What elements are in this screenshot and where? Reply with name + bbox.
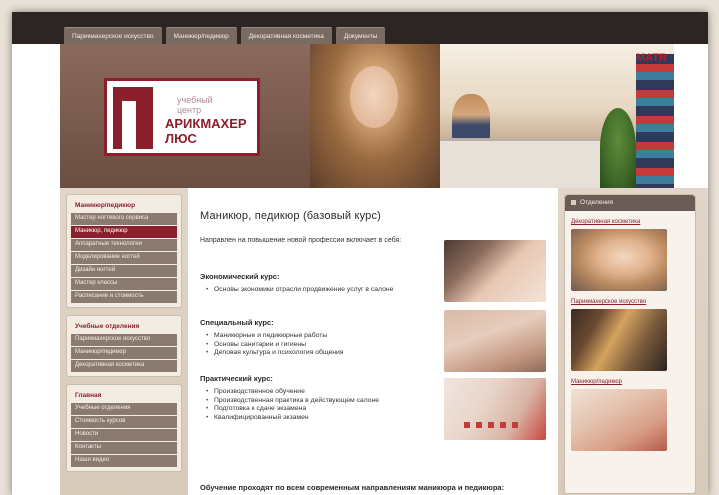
section-heading: Практический курс: — [200, 374, 273, 383]
banner-model-portrait — [310, 44, 440, 188]
sidebar-group-title: Маникюр/педикюр — [75, 202, 136, 209]
sidebar-item-prices[interactable]: Стоимость курсов — [71, 416, 177, 428]
sidebar-group-main: Главная Учебные отделения Стоимость курс… — [66, 384, 182, 472]
salon-sign: MATR — [636, 52, 667, 64]
salon-counter — [440, 138, 600, 188]
manicure-photo-polish — [444, 240, 546, 302]
intro-text: Направлен на повышение новой профессии в… — [200, 237, 402, 244]
section-special: Специальный курс: Маникюрные и педикюрны… — [200, 318, 432, 358]
header-banner: учебный центр АРИКМАХЕР ЛЮС MATR — [60, 44, 674, 188]
nav-tab-manicure[interactable]: Маникюр/педикюр — [165, 27, 237, 44]
salon-plant — [600, 108, 636, 188]
cosmetics-image[interactable] — [571, 229, 667, 291]
model-face — [350, 66, 398, 128]
top-bar: Парикмахерское искусство Маникюр/педикюр… — [12, 12, 708, 44]
nail-polish-photo — [444, 378, 546, 440]
sidebar-item-hardware-tech[interactable]: Аппаратные технологии — [71, 239, 177, 251]
section-heading: Специальный курс: — [200, 318, 274, 327]
square-icon — [571, 199, 576, 205]
page-frame: Парикмахерское искусство Маникюр/педикюр… — [12, 12, 708, 495]
sidebar-item-schedule[interactable]: Расписание и стоимость — [71, 291, 177, 303]
sidebar-item-manicure-pedicure[interactable]: Маникюр, педикюр — [71, 226, 177, 238]
nav-tab-hairdressing[interactable]: Парикмахерское искусство — [64, 27, 162, 44]
site-logo[interactable]: учебный центр АРИКМАХЕР ЛЮС — [104, 78, 260, 156]
nav-tab-cosmetics[interactable]: Декоративная косметика — [240, 27, 332, 44]
list-item: Производственное обучение — [200, 388, 432, 397]
panel-header: Отделения — [565, 195, 695, 211]
pedicure-photo — [444, 310, 546, 372]
sidebar-item-contacts[interactable]: Контакты — [71, 442, 177, 454]
sidebar-item-manicure[interactable]: Маникюр/педикюр — [71, 347, 177, 359]
list-item: Квалифицированный экзамен — [200, 414, 432, 423]
list-item: Основы экономики отрасли продвижение усл… — [200, 286, 432, 295]
sidebar-item-news[interactable]: Новости — [71, 429, 177, 441]
banner-logo-area: учебный центр АРИКМАХЕР ЛЮС — [60, 44, 310, 188]
logo-subtitle-line1: учебный — [177, 95, 213, 105]
right-sidebar: Отделения Декоративная косметика Парикма… — [558, 188, 708, 495]
logo-title-line1: АРИКМАХЕР — [165, 116, 247, 131]
sidebar-item-nail-modeling[interactable]: Моделирование ногтей — [71, 252, 177, 264]
left-sidebar: Маникюр/педикюр Мастер ногтевого сервиса… — [60, 188, 188, 495]
link-cosmetics[interactable]: Декоративная косметика — [565, 211, 695, 227]
main-content: Маникюр, педикюр (базовый курс) Направле… — [188, 188, 558, 495]
page-title: Маникюр, педикюр (базовый курс) — [200, 210, 382, 222]
sidebar-item-hairdressing[interactable]: Парикмахерское искусство — [71, 334, 177, 346]
sidebar-item-master-classes[interactable]: Мастер классы — [71, 278, 177, 290]
sidebar-item-departments[interactable]: Учебные отделения — [71, 403, 177, 415]
hairdressing-image[interactable] — [571, 309, 667, 371]
manicure-image[interactable] — [571, 389, 667, 451]
banner-salon-photo: MATR — [440, 44, 674, 188]
list-item: Деловая культура и психология общения — [200, 349, 432, 358]
section-heading: Экономический курс: — [200, 272, 280, 281]
list-item: Производственная практика в действующем … — [200, 397, 432, 406]
list-item: Маникюрные и педикюрные работы — [200, 332, 432, 341]
logo-title-line2: ЛЮС — [165, 131, 197, 146]
sidebar-item-cosmetics[interactable]: Декоративная косметика — [71, 360, 177, 372]
departments-panel: Отделения Декоративная косметика Парикма… — [564, 194, 696, 494]
list-item: Подготовка к сдаче экзамена — [200, 405, 432, 414]
logo-subtitle: учебный центр — [177, 95, 213, 115]
salon-product-shelf — [636, 54, 674, 188]
sidebar-group-manicure: Маникюр/педикюр Мастер ногтевого сервиса… — [66, 194, 182, 308]
sidebar-group-title: Главная — [75, 392, 102, 399]
section-economic: Экономический курс: Основы экономики отр… — [200, 272, 432, 295]
main-nav: Парикмахерское искусство Маникюр/педикюр… — [64, 27, 386, 44]
sidebar-item-nail-master[interactable]: Мастер ногтевого сервиса — [71, 213, 177, 225]
nav-tab-documents[interactable]: Документы — [335, 27, 386, 44]
red-nails — [464, 422, 524, 428]
sidebar-group-departments: Учебные отделения Парикмахерское искусст… — [66, 315, 182, 377]
section-practical: Практический курс: Производственное обуч… — [200, 374, 432, 422]
logo-mark — [113, 87, 153, 149]
sidebar-item-videos[interactable]: Наши видео — [71, 455, 177, 467]
footer-text: Обучение проходят по всем современным на… — [200, 483, 505, 492]
sidebar-item-nail-design[interactable]: Дизайн ногтей — [71, 265, 177, 277]
sidebar-group-title: Учебные отделения — [75, 323, 140, 330]
link-hairdressing[interactable]: Парикмахерское искусство — [565, 291, 695, 307]
link-manicure[interactable]: Маникюр/педикюр — [565, 371, 695, 387]
panel-header-label: Отделения — [580, 199, 614, 206]
list-item: Основы санитарии и гигиены — [200, 341, 432, 350]
logo-subtitle-line2: центр — [177, 105, 202, 115]
